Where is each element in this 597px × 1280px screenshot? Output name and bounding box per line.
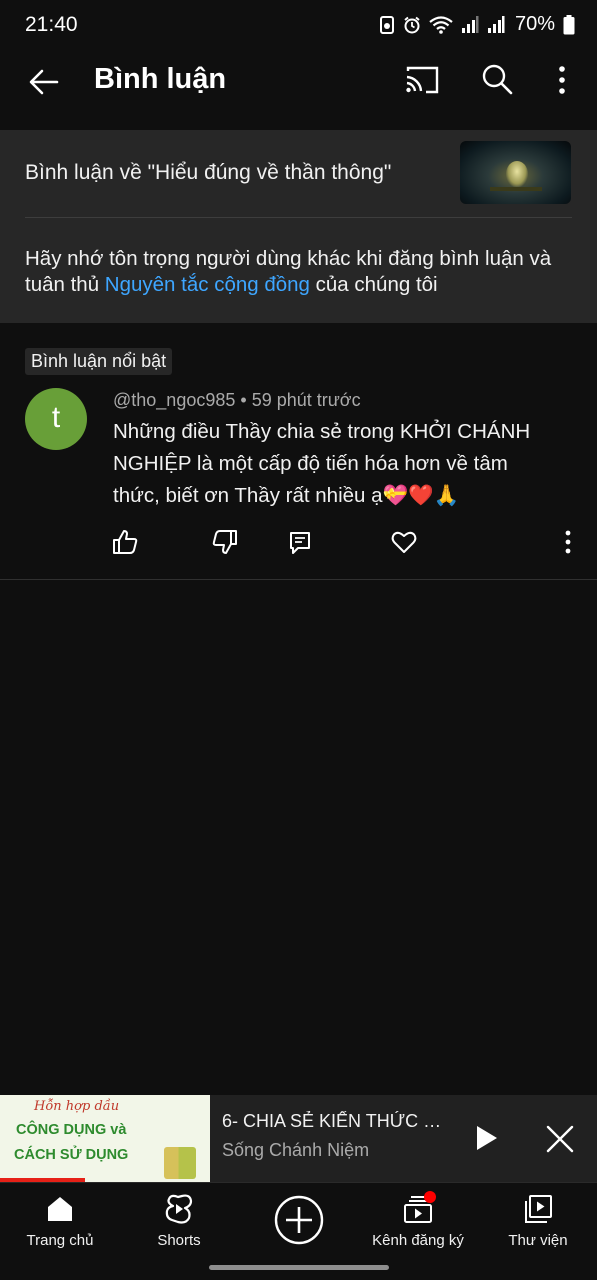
thumbnail-text: Hỗn hợp dầu [34, 1099, 120, 1114]
mini-player-channel: Sống Chánh Niệm [222, 1140, 370, 1160]
community-guidelines-link[interactable]: Nguyên tắc cộng đồng [105, 273, 310, 296]
more-vertical-icon[interactable] [558, 528, 578, 556]
status-icons: 70% [379, 13, 575, 36]
play-icon[interactable] [472, 1123, 500, 1153]
thumbnail-bottles [164, 1147, 196, 1179]
community-guideline-notice: Hãy nhớ tôn trọng người dùng khác khi đă… [25, 246, 580, 298]
mini-player-title[interactable]: 6- CHIA SẺ KIẾN THỨC SỨC KHỎE [222, 1111, 452, 1132]
divider [25, 217, 572, 218]
nav-label: Trang chủ [26, 1232, 94, 1249]
thumbnail-strip [490, 187, 542, 191]
home-icon [48, 1197, 72, 1221]
status-bar: 21:40 70% [0, 0, 597, 50]
sim-icon [379, 15, 394, 34]
comment-time: 59 phút trước [251, 390, 361, 410]
cast-icon[interactable] [404, 64, 440, 96]
comment-meta: @tho_ngoc985 • 59 phút trước [113, 390, 361, 411]
signal-icon [487, 15, 505, 33]
alarm-icon [404, 16, 420, 33]
nav-subscriptions[interactable]: Kênh đăng ký [358, 1183, 478, 1263]
create-icon[interactable] [274, 1195, 324, 1245]
battery-icon [563, 14, 575, 34]
library-icon [525, 1195, 552, 1223]
meta-separator: • [235, 390, 252, 410]
featured-comment-label: Bình luận nổi bật [25, 348, 173, 375]
close-icon[interactable] [544, 1123, 576, 1155]
nav-label: Kênh đăng ký [372, 1232, 464, 1249]
gesture-handle[interactable] [209, 1265, 389, 1270]
nav-home[interactable]: Trang chủ [0, 1183, 120, 1263]
video-about-text: Bình luận về "Hiểu đúng về thần thông" [25, 161, 392, 184]
comment-author[interactable]: @tho_ngoc985 [113, 390, 235, 410]
more-vertical-icon[interactable] [552, 64, 572, 96]
video-thumbnail[interactable] [460, 141, 571, 204]
nav-label: Thư viện [508, 1232, 568, 1249]
nav-shorts[interactable]: Shorts [119, 1183, 239, 1263]
status-time: 21:40 [25, 13, 78, 36]
app-bar: Bình luận [0, 50, 597, 130]
battery-percent: 70% [514, 13, 555, 35]
back-arrow-icon[interactable] [26, 64, 62, 100]
page-title: Bình luận [94, 63, 227, 95]
comment-text: Những điều Thầy chia sẻ trong KHỞI CHÁNH… [113, 420, 531, 507]
wifi-icon [429, 15, 453, 34]
guideline-suffix: của chúng tôi [309, 273, 438, 296]
thumbnail-text: CÁCH SỬ DỤNG [14, 1147, 129, 1163]
notification-dot [424, 1191, 436, 1203]
mini-player[interactable]: Hỗn hợp dầu CÔNG DỤNG và CÁCH SỬ DỤNG 6-… [0, 1095, 597, 1182]
thumbs-up-icon[interactable] [111, 528, 139, 556]
avatar[interactable]: t [25, 388, 87, 450]
search-icon[interactable] [480, 62, 514, 96]
shorts-icon [165, 1194, 193, 1224]
reply-icon[interactable] [286, 528, 314, 556]
comments-info-panel: Bình luận về "Hiểu đúng về thần thông" H… [0, 130, 597, 323]
signal-icon [461, 15, 479, 33]
nav-library[interactable]: Thư viện [478, 1183, 597, 1263]
thumbnail-figure [506, 161, 528, 187]
thumbs-down-icon[interactable] [211, 528, 239, 556]
nav-label: Shorts [157, 1232, 201, 1249]
heart-icon[interactable] [390, 528, 418, 556]
mini-player-thumbnail[interactable]: Hỗn hợp dầu CÔNG DỤNG và CÁCH SỬ DỤNG [0, 1095, 210, 1182]
divider [0, 579, 597, 580]
thumbnail-text: CÔNG DỤNG và [16, 1122, 127, 1138]
